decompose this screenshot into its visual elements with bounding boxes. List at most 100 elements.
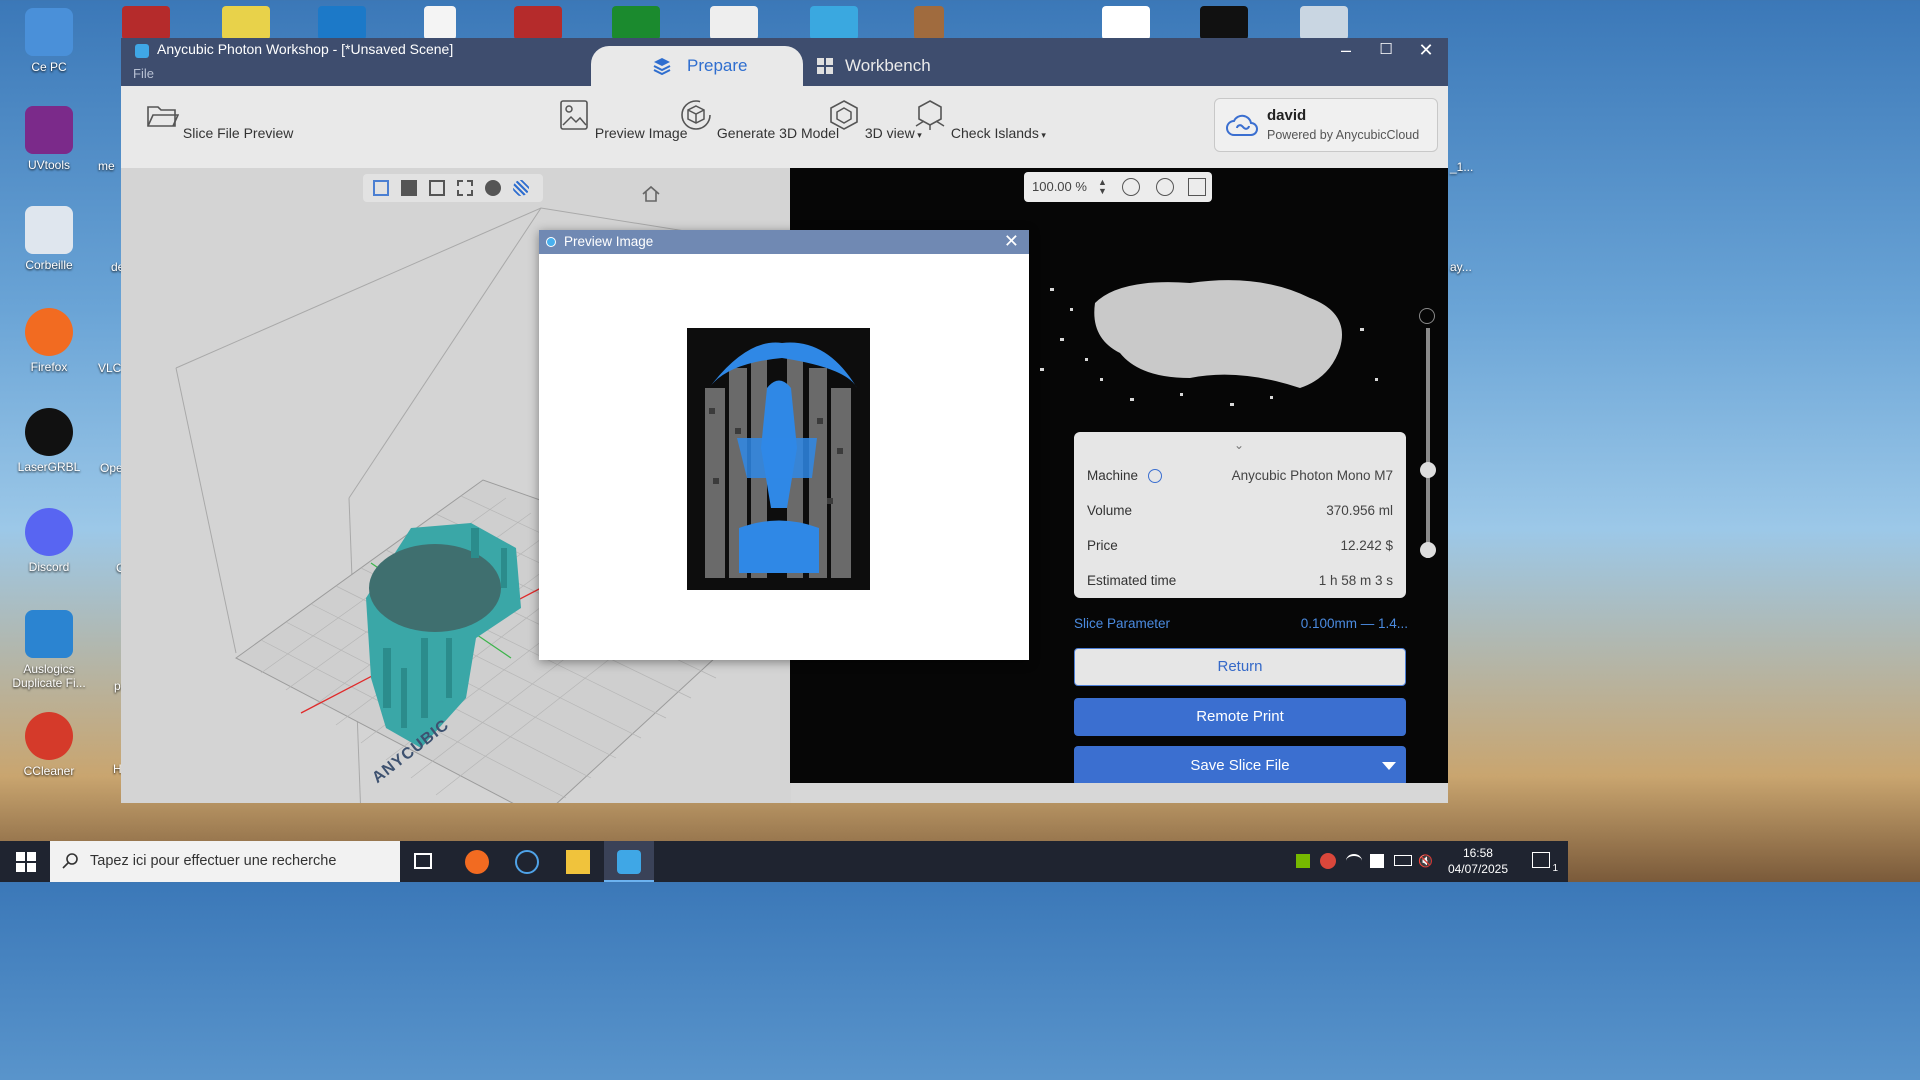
slice-file-preview-label: Slice File Preview: [182, 125, 294, 141]
generate-3d-model-button[interactable]: Generate 3D Model: [679, 98, 839, 141]
volume-muted-icon[interactable]: 🔇: [1418, 854, 1434, 868]
tab-prepare-label: Prepare: [687, 56, 748, 75]
desktop-icon-label: Ce PC: [31, 60, 67, 74]
tray-app-icon[interactable]: [1320, 853, 1336, 869]
desktop-icon-label: Firefox: [30, 360, 68, 374]
desktop-thumb[interactable]: [612, 6, 660, 40]
slice-file-preview-button[interactable]: Slice File Preview: [145, 98, 293, 141]
cube-refresh-icon: [681, 100, 711, 130]
price-label: Price: [1087, 538, 1118, 553]
battery-icon[interactable]: [1394, 855, 1412, 866]
windows-start-icon[interactable]: [14, 850, 38, 874]
task-view-icon[interactable]: [414, 853, 432, 869]
search-placeholder: Tapez ici pour effectuer une recherche: [90, 853, 337, 869]
volume-label: Volume: [1087, 503, 1133, 518]
menu-file[interactable]: File: [133, 66, 154, 81]
info-volume-row: Volume 370.956 ml: [1087, 503, 1393, 518]
model-preview-image: [705, 342, 857, 578]
return-button[interactable]: Return: [1074, 648, 1406, 686]
close-icon[interactable]: ✕: [1406, 38, 1446, 64]
security-tray-icon[interactable]: [1370, 854, 1384, 868]
desktop-icon-discord[interactable]: Discord: [8, 508, 90, 574]
desktop-thumb[interactable]: [424, 6, 456, 40]
collapse-chevron-icon[interactable]: ⌄: [1234, 438, 1244, 452]
anycubic-taskbar-button[interactable]: [604, 841, 654, 882]
preview-image-button[interactable]: Preview Image: [557, 98, 687, 141]
lasergrbl-icon: [25, 408, 73, 456]
desktop-partial-label: ay...: [1450, 260, 1472, 274]
firefox-taskbar-icon[interactable]: [465, 850, 489, 874]
time-value: 1 h 58 m 3 s: [1318, 573, 1393, 588]
desktop-partial-label: _1...: [1450, 160, 1474, 174]
tab-prepare[interactable]: Prepare: [591, 46, 803, 86]
desktop-icon-uvtools[interactable]: UVtools: [8, 106, 90, 172]
nvidia-tray-icon[interactable]: [1296, 854, 1310, 868]
zoom-out-icon[interactable]: [1122, 178, 1140, 196]
taskbar-search-input[interactable]: Tapez ici pour effectuer une recherche: [50, 841, 400, 882]
desktop-icon-label: LaserGRBL: [17, 460, 81, 474]
window-title: Anycubic Photon Workshop - [*Unsaved Sce…: [157, 41, 454, 57]
desktop-thumb[interactable]: [914, 6, 944, 40]
desktop-thumb[interactable]: [1300, 6, 1348, 40]
maximize-icon[interactable]: ☐: [1366, 38, 1406, 64]
chevron-down-icon[interactable]: [1419, 308, 1435, 324]
app-icon: [135, 44, 149, 58]
search-icon: [62, 853, 78, 869]
check-islands-dropdown[interactable]: Check Islands ▾: [913, 98, 1046, 141]
hexagon-cube-icon: [830, 100, 858, 130]
desktop-icon-recycle-bin[interactable]: Corbeille: [8, 206, 90, 272]
user-account-card[interactable]: david Powered by AnycubicCloud: [1214, 98, 1438, 152]
minimize-icon[interactable]: –: [1326, 38, 1366, 64]
3d-view-dropdown[interactable]: 3D view ▾: [827, 98, 922, 141]
desktop-thumb[interactable]: [222, 6, 270, 40]
desktop-icon-lasergrbl[interactable]: LaserGRBL: [8, 408, 90, 474]
desktop-icon-firefox[interactable]: Firefox: [8, 308, 90, 374]
save-slice-file-label: Save Slice File: [1190, 757, 1290, 774]
desktop-icon-auslogics[interactable]: Auslogics Duplicate Fi...: [8, 610, 90, 690]
info-circle-icon[interactable]: [1147, 469, 1162, 484]
dialog-title-bar: Preview Image ✕: [539, 230, 1029, 254]
desktop-thumb[interactable]: [122, 6, 170, 40]
desktop-thumb[interactable]: [810, 6, 858, 40]
save-slice-file-button[interactable]: Save Slice File: [1074, 746, 1406, 783]
slice-parameter-link[interactable]: Slice Parameter 0.100mm — 1.4...: [1074, 616, 1408, 631]
desktop-icon-this-pc[interactable]: Ce PC: [8, 8, 90, 74]
taskbar: Tapez ici pour effectuer une recherche 🔇…: [0, 841, 1568, 882]
desktop-thumb[interactable]: [710, 6, 758, 40]
preview-image-label: Preview Image: [594, 125, 688, 141]
computer-icon: [25, 8, 73, 56]
desktop-thumb[interactable]: [1200, 6, 1248, 40]
fit-screen-icon[interactable]: [1188, 178, 1206, 196]
desktop-partial-label: p: [114, 679, 121, 693]
slice-parameter-label: Slice Parameter: [1074, 616, 1171, 631]
chevron-down-icon[interactable]: [1382, 762, 1396, 770]
layers-icon: [653, 58, 671, 75]
tab-workbench-label: Workbench: [845, 56, 931, 75]
file-explorer-icon[interactable]: [566, 850, 590, 874]
remote-print-button[interactable]: Remote Print: [1074, 698, 1406, 736]
desktop-icon-ccleaner[interactable]: CCleaner: [8, 712, 90, 778]
zoom-value[interactable]: 100.00 %: [1032, 179, 1087, 194]
layer-slice-shape: [1040, 280, 1378, 406]
zoom-in-icon[interactable]: [1156, 178, 1174, 196]
desktop-thumb[interactable]: [514, 6, 562, 40]
dialog-title: Preview Image: [564, 234, 654, 249]
desktop-icon-label: CCleaner: [23, 764, 75, 778]
tab-workbench[interactable]: Workbench: [811, 46, 931, 86]
layer-slider[interactable]: [1420, 328, 1436, 558]
desktop-partial-label: Ope: [100, 461, 123, 475]
generate-3d-model-label: Generate 3D Model: [716, 125, 840, 141]
3d-view-label: 3D view: [864, 125, 915, 141]
user-powered-by: Powered by AnycubicCloud: [1267, 128, 1420, 142]
auslogics-icon: [25, 610, 73, 658]
magnifier-taskbar-icon[interactable]: [515, 850, 539, 874]
stepper-icon[interactable]: ▲ ▼: [1098, 178, 1116, 196]
notification-center-icon[interactable]: [1532, 852, 1550, 868]
desktop-thumb[interactable]: [318, 6, 366, 40]
wifi-icon[interactable]: [1346, 854, 1362, 868]
layer-handle-bottom[interactable]: [1420, 542, 1436, 558]
desktop-thumb[interactable]: [1102, 6, 1150, 40]
close-icon[interactable]: ✕: [1004, 231, 1019, 252]
layer-handle-top[interactable]: [1420, 462, 1436, 478]
taskbar-clock[interactable]: 16:58 04/07/2025: [1448, 845, 1508, 877]
